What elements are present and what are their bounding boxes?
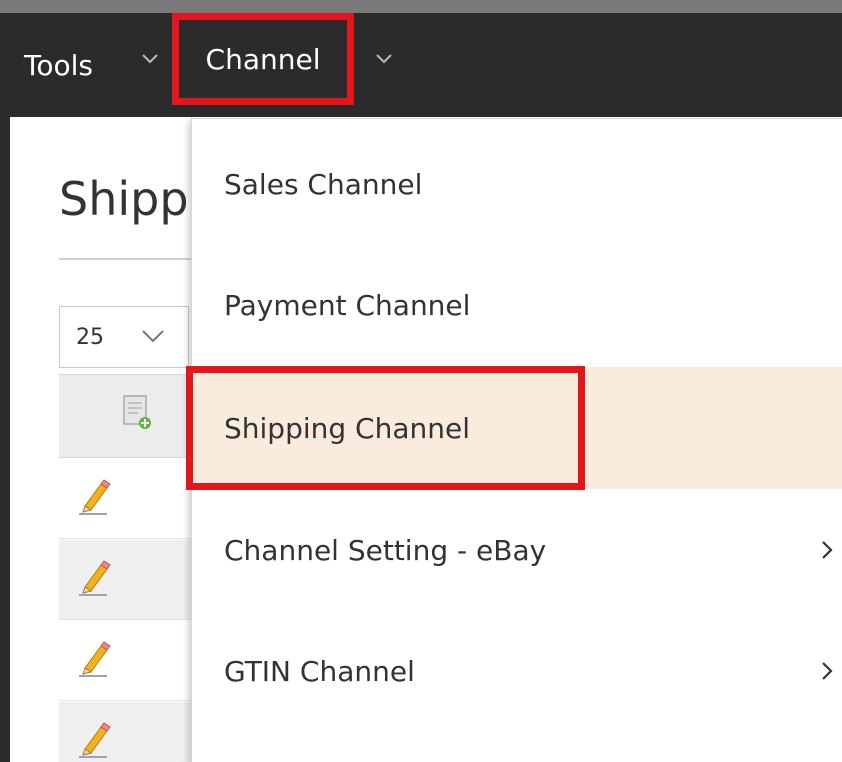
menu-item-label: Channel Setting - eBay	[224, 533, 547, 567]
edit-pencil-icon[interactable]	[77, 640, 111, 678]
menu-item-shipping-channel[interactable]: Shipping Channel	[192, 367, 842, 489]
channel-dropdown-menu: Sales Channel Payment Channel Shipping C…	[191, 118, 842, 762]
chevron-down-icon	[138, 325, 168, 347]
edit-pencil-icon[interactable]	[77, 559, 111, 597]
edit-pencil-icon[interactable]	[77, 721, 111, 759]
menu-item-payment-channel[interactable]: Payment Channel	[192, 244, 842, 366]
add-record-icon[interactable]	[122, 394, 154, 432]
nav-channel[interactable]: Channel	[172, 13, 354, 105]
window-top-strip	[0, 0, 842, 13]
page-size-select[interactable]: 25	[59, 306, 189, 368]
menu-item-label: Payment Channel	[224, 288, 471, 322]
chevron-down-icon[interactable]	[139, 47, 161, 69]
top-navbar: Tools Channel	[0, 13, 842, 117]
title-divider	[59, 258, 199, 260]
chevron-right-icon	[819, 537, 835, 563]
chevron-right-icon	[819, 658, 835, 684]
chevron-down-icon[interactable]	[373, 47, 395, 69]
menu-item-label: Shipping Channel	[224, 411, 470, 445]
page-size-value: 25	[76, 325, 104, 350]
menu-item-gtin-channel[interactable]: GTIN Channel	[192, 610, 842, 732]
nav-channel-label: Channel	[205, 42, 321, 76]
left-border	[0, 117, 10, 762]
nav-tools[interactable]: Tools	[24, 13, 93, 117]
menu-item-channel-setting-ebay[interactable]: Channel Setting - eBay	[192, 489, 842, 611]
menu-item-label: GTIN Channel	[224, 654, 415, 688]
menu-item-sales-channel[interactable]: Sales Channel	[192, 123, 842, 245]
menu-item-label: Sales Channel	[224, 167, 423, 201]
nav-tools-label: Tools	[24, 48, 93, 82]
page-title: Shipp	[59, 172, 189, 226]
edit-pencil-icon[interactable]	[77, 478, 111, 516]
